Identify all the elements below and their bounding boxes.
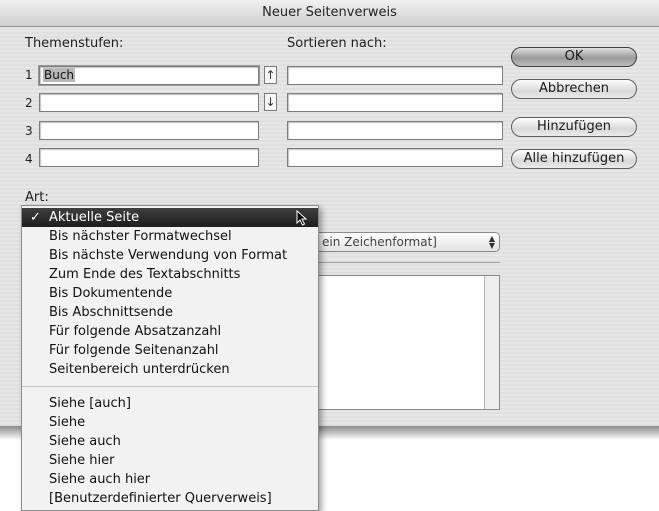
menu-item-custom-cross-reference[interactable]: [Benutzerdefinierter Querverweis]	[22, 489, 318, 508]
menu-item-end-of-document[interactable]: Bis Dokumentende	[22, 284, 318, 303]
menu-separator	[22, 386, 318, 387]
vertical-scrollbar[interactable]	[484, 276, 499, 409]
add-button[interactable]: Hinzufügen	[511, 117, 637, 137]
window-title: Neuer Seitenverweis	[0, 0, 659, 27]
menu-item-suppress-page-range[interactable]: Seitenbereich unterdrücken	[22, 360, 318, 379]
menu-item-end-of-story[interactable]: Zum Ende des Textabschnitts	[22, 265, 318, 284]
menu-item-paragraph-count[interactable]: Für folgende Absatzanzahl	[22, 322, 318, 341]
sort-by-label: Sortieren nach:	[287, 36, 387, 51]
level-1-input[interactable]: Buch	[39, 66, 259, 85]
level-1-value: Buch	[43, 68, 76, 82]
level-3-input[interactable]	[39, 121, 259, 140]
add-all-button[interactable]: Alle hinzufügen	[511, 149, 637, 169]
menu-item-end-of-section[interactable]: Bis Abschnittsende	[22, 303, 318, 322]
menu-item-page-count[interactable]: Für folgende Seitenanzahl	[22, 341, 318, 360]
move-down-button[interactable]: ↓	[264, 93, 277, 111]
menu-item-see-also-herein[interactable]: Siehe auch hier	[22, 470, 318, 489]
reference-text-area[interactable]	[318, 275, 500, 410]
select-stepper-icon: ▲ ▼	[488, 234, 495, 250]
type-label: Art:	[25, 190, 49, 205]
menu-item-see[interactable]: Siehe	[22, 413, 318, 432]
topic-levels-label: Themenstufen:	[25, 36, 124, 51]
level-number-1: 1	[25, 68, 33, 82]
level-number-4: 4	[25, 152, 33, 166]
level-number-2: 2	[25, 96, 33, 110]
menu-item-next-style-change[interactable]: Bis nächster Formatwechsel	[22, 227, 318, 246]
level-2-input[interactable]	[39, 93, 259, 112]
sort-1-input[interactable]	[287, 66, 503, 85]
checkmark-icon: ✓	[30, 210, 41, 225]
menu-item-current-page[interactable]: ✓ Aktuelle Seite	[22, 208, 318, 227]
menu-item-see-also-bracket[interactable]: Siehe [auch]	[22, 394, 318, 413]
cancel-button[interactable]: Abbrechen	[511, 79, 637, 99]
sort-2-input[interactable]	[287, 93, 503, 112]
mouse-pointer-icon	[296, 210, 308, 226]
menu-item-see-also[interactable]: Siehe auch	[22, 432, 318, 451]
ok-button[interactable]: OK	[511, 47, 637, 67]
character-style-value: ein Zeichenformat]	[322, 235, 437, 249]
menu-item-next-use-of-style[interactable]: Bis nächste Verwendung von Format	[22, 246, 318, 265]
sort-3-input[interactable]	[287, 121, 503, 140]
level-4-input[interactable]	[39, 148, 259, 167]
sort-4-input[interactable]	[287, 148, 503, 167]
divider	[318, 262, 500, 263]
type-dropdown-menu: ✓ Aktuelle Seite Bis nächster Formatwech…	[21, 205, 319, 511]
level-number-3: 3	[25, 124, 33, 138]
move-up-button[interactable]: ↑	[264, 66, 277, 84]
character-style-select[interactable]: ein Zeichenformat] ▲ ▼	[318, 232, 500, 252]
menu-item-see-herein[interactable]: Siehe hier	[22, 451, 318, 470]
